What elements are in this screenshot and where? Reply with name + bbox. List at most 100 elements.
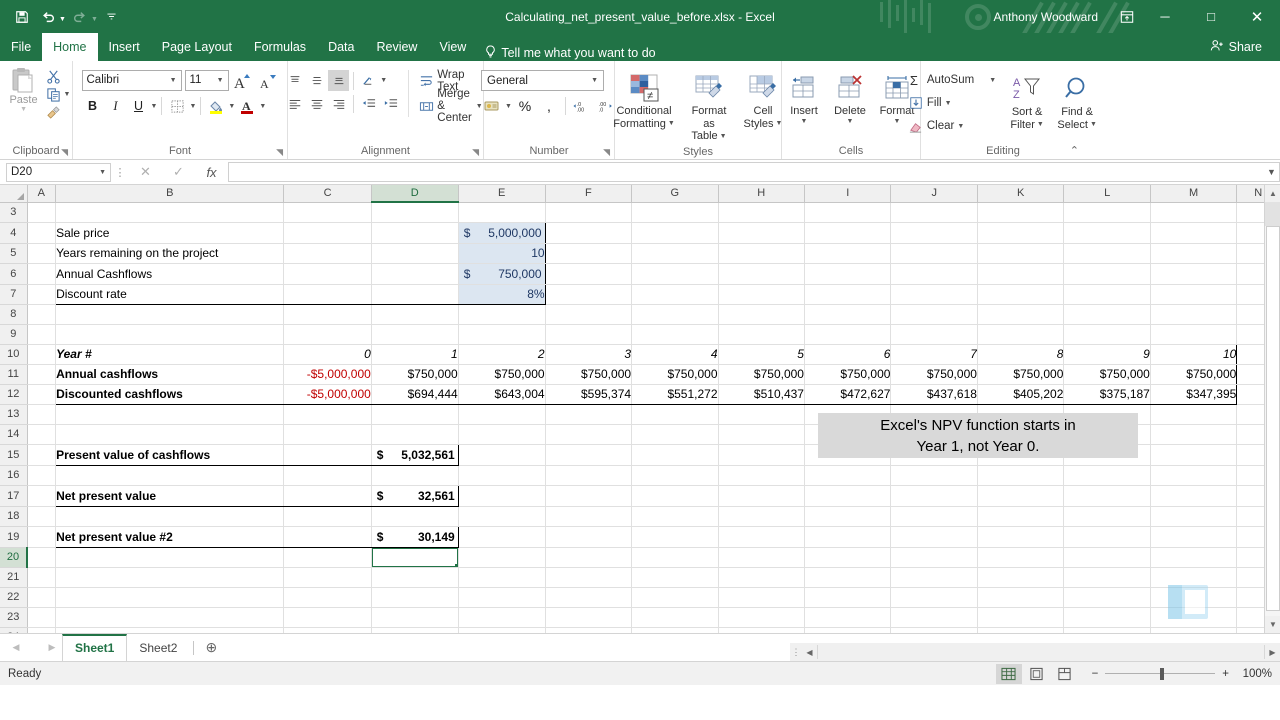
cell-D12[interactable]: $694,444 [371, 384, 459, 405]
cell-H5[interactable] [718, 243, 805, 264]
scroll-left-icon[interactable]: ◀ [802, 648, 817, 657]
insert-cells-caret[interactable]: ▼ [801, 118, 808, 126]
cell-I18[interactable] [804, 506, 892, 527]
cell-C12[interactable]: -$5,000,000 [283, 384, 372, 405]
cell-L6[interactable] [1063, 263, 1151, 285]
autosum-button[interactable]: Σ AutoSum ▼ [904, 69, 1000, 91]
decrease-font-size-icon[interactable]: A [257, 69, 279, 91]
cell-D5[interactable] [371, 243, 459, 264]
cell-F17[interactable] [545, 485, 633, 507]
cell-A22[interactable] [27, 587, 57, 608]
cell-I8[interactable] [804, 304, 892, 325]
alignment-dialog-launcher[interactable]: ◥ [472, 147, 479, 158]
cell-B16[interactable] [55, 465, 285, 486]
cell-J20[interactable] [890, 547, 978, 568]
cell-C23[interactable] [283, 607, 372, 628]
col-header-E[interactable]: E [458, 185, 546, 203]
col-header-C[interactable]: C [283, 185, 372, 203]
cell-M14[interactable] [1150, 424, 1238, 445]
format-as-table-button[interactable]: Format as Table ▼ [681, 68, 737, 146]
cell-A19[interactable] [27, 526, 57, 548]
row-header-22[interactable]: 22 [0, 587, 28, 608]
fill-color-icon[interactable] [205, 95, 227, 117]
cell-L8[interactable] [1063, 304, 1151, 325]
cell-E9[interactable] [458, 324, 546, 345]
cell-A21[interactable] [27, 567, 57, 588]
delete-cells-button[interactable]: Delete ▼ [828, 68, 872, 129]
cell-I3[interactable] [804, 202, 892, 223]
cell-D6[interactable] [371, 263, 459, 285]
italic-button[interactable]: I [105, 95, 127, 117]
cell-K12[interactable]: $405,202 [977, 384, 1065, 405]
cell-H15[interactable] [718, 444, 805, 466]
undo-dropdown-caret[interactable]: ▼ [59, 16, 66, 23]
cell-B14[interactable] [55, 424, 285, 445]
cell-K3[interactable] [977, 202, 1065, 223]
cell-L17[interactable] [1063, 485, 1151, 507]
delete-cells-caret[interactable]: ▼ [847, 118, 854, 126]
cell-B12[interactable]: Discounted cashflows [55, 384, 285, 405]
cell-H13[interactable] [718, 404, 805, 425]
cell-H8[interactable] [718, 304, 805, 325]
select-all-corner[interactable] [0, 185, 28, 203]
cell-M19[interactable] [1150, 526, 1238, 548]
cell-B20[interactable] [55, 547, 285, 568]
cell-J8[interactable] [890, 304, 978, 325]
cell-H21[interactable] [718, 567, 805, 588]
cell-F23[interactable] [545, 607, 633, 628]
row-header-7[interactable]: 7 [0, 284, 28, 305]
align-right-icon[interactable] [328, 93, 349, 114]
middle-align-icon[interactable] [306, 70, 327, 91]
cell-C6[interactable] [283, 263, 372, 285]
cell-L16[interactable] [1063, 465, 1151, 486]
horizontal-scrollbar[interactable]: ⋮ ◀ ▶ [790, 643, 1280, 661]
cell-I4[interactable] [804, 222, 892, 244]
cell-K6[interactable] [977, 263, 1065, 285]
cell-G16[interactable] [631, 465, 719, 486]
cell-B22[interactable] [55, 587, 285, 608]
cell-F9[interactable] [545, 324, 633, 345]
cell-I5[interactable] [804, 243, 892, 264]
row-header-23[interactable]: 23 [0, 607, 28, 628]
cell-J9[interactable] [890, 324, 978, 345]
cell-A16[interactable] [27, 465, 57, 486]
clear-button[interactable]: Clear ▼ [904, 115, 1000, 137]
fill-button[interactable]: Fill ▼ [904, 92, 1000, 114]
cell-G22[interactable] [631, 587, 719, 608]
borders-icon[interactable] [166, 95, 188, 117]
cell-E23[interactable] [458, 607, 546, 628]
col-header-F[interactable]: F [545, 185, 633, 203]
cell-K20[interactable] [977, 547, 1065, 568]
cell-F16[interactable] [545, 465, 633, 486]
cell-L10[interactable]: 9 [1063, 343, 1151, 365]
cell-G14[interactable] [631, 424, 719, 445]
cell-C8[interactable] [283, 304, 372, 325]
cell-F12[interactable]: $595,374 [545, 384, 633, 405]
cell-A7[interactable] [27, 284, 57, 305]
cell-B19[interactable]: Net present value #2 [55, 525, 285, 548]
cell-A9[interactable] [27, 324, 57, 345]
cell-I12[interactable]: $472,627 [804, 384, 892, 405]
cell-C9[interactable] [283, 324, 372, 345]
cell-C20[interactable] [283, 547, 372, 568]
cell-D7[interactable] [371, 284, 459, 305]
cell-L9[interactable] [1063, 324, 1151, 345]
cell-I9[interactable] [804, 324, 892, 345]
cell-K10[interactable]: 8 [977, 343, 1065, 365]
cell-D15[interactable]: $ 5,032,561 [371, 443, 459, 466]
callout-textbox[interactable]: Excel's NPV function starts in Year 1, n… [818, 413, 1138, 458]
zoom-level-label[interactable]: 100% [1236, 668, 1272, 680]
share-button[interactable]: Share [1200, 35, 1272, 59]
font-size-combo[interactable]: 11 ▼ [184, 69, 229, 91]
cell-M6[interactable] [1150, 263, 1238, 285]
page-layout-view-icon[interactable] [1024, 664, 1050, 684]
cell-B11[interactable]: Annual cashflows [55, 363, 285, 385]
tab-formulas[interactable]: Formulas [243, 33, 317, 61]
cell-D19[interactable]: $ 30,149 [371, 525, 459, 548]
copy-dropdown-caret[interactable]: ▼ [64, 91, 71, 98]
cell-K7[interactable] [977, 284, 1065, 305]
cell-J11[interactable]: $750,000 [890, 363, 978, 385]
autosum-caret[interactable]: ▼ [989, 77, 996, 84]
col-header-D[interactable]: D [371, 185, 459, 203]
cell-G21[interactable] [631, 567, 719, 588]
